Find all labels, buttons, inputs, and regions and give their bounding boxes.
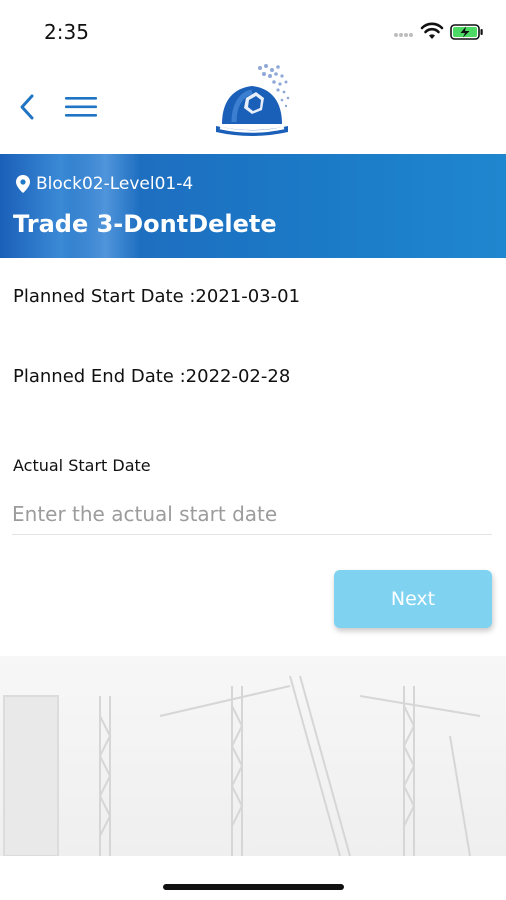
status-time: 2:35 [44, 20, 89, 44]
top-navigation [0, 60, 506, 154]
planned-start-date: Planned Start Date :2021-03-01 [13, 286, 301, 307]
location-row: Block02-Level01-4 [16, 174, 193, 194]
planned-end-date: Planned End Date :2022-02-28 [13, 366, 291, 387]
banner-light-streak [70, 154, 140, 258]
chevron-left-icon[interactable] [14, 90, 42, 124]
wifi-icon [420, 22, 444, 39]
status-bar: 2:35 [0, 0, 506, 60]
map-pin-icon [16, 175, 30, 193]
hamburger-menu-icon[interactable] [64, 94, 98, 120]
home-indicator-area [0, 856, 506, 900]
trade-title: Trade 3-DontDelete [13, 210, 277, 238]
location-label: Block02-Level01-4 [36, 174, 194, 194]
actual-start-date-label: Actual Start Date [13, 456, 151, 475]
cellular-signal-icon [394, 33, 413, 37]
battery-charging-icon [450, 24, 483, 40]
hard-hat-logo [216, 64, 290, 136]
home-indicator[interactable] [163, 884, 344, 890]
next-button[interactable]: Next [334, 570, 492, 628]
construction-cranes-background [0, 656, 506, 856]
actual-start-date-input[interactable] [12, 494, 492, 535]
location-banner: Block02-Level01-4 Trade 3-DontDelete [0, 154, 506, 258]
